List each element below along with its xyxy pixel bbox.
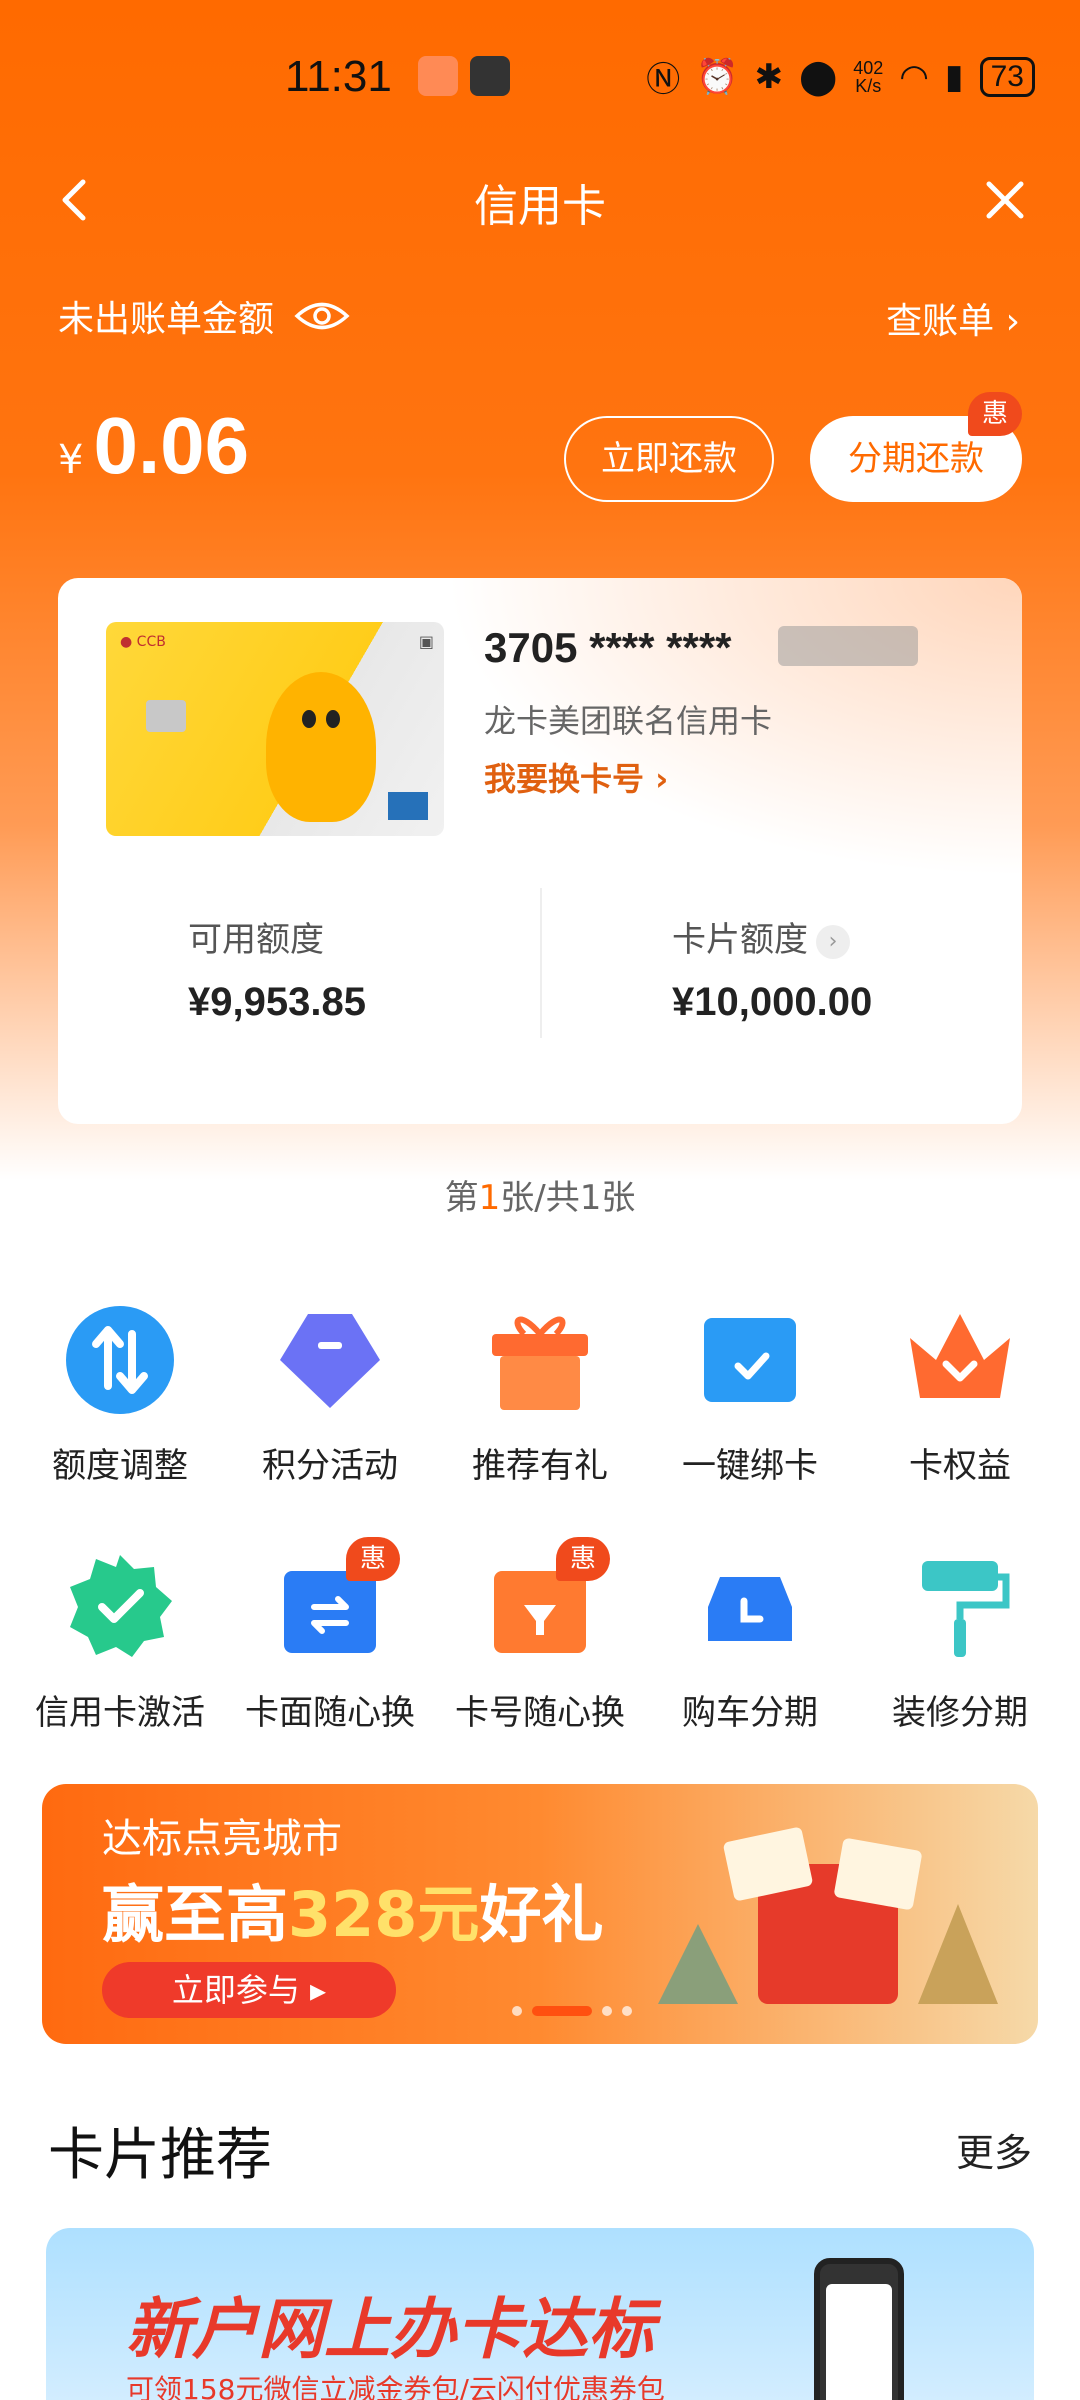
system-icons: Ⓝ ⏰ ✱ ⬤ 402 K/s ◠ ▮ 73 xyxy=(646,52,1035,101)
view-bill-link[interactable]: 查账单 › xyxy=(886,292,1020,344)
grid-item-decoration-installment[interactable]: 装修分期 xyxy=(860,1547,1060,1734)
nav-bar: 信用卡 xyxy=(0,160,1080,240)
change-card-number-link[interactable]: 我要换卡号 › xyxy=(484,754,668,800)
card-image[interactable]: ● CCB ▣ xyxy=(106,622,444,836)
join-now-button[interactable]: 立即参与 ▸ xyxy=(102,1962,396,2018)
card-limit-value: ¥10,000.00 xyxy=(672,980,873,1024)
banner-title: 新户网上办卡达标 xyxy=(126,2291,654,2368)
health-app-icon xyxy=(418,56,458,96)
battery-indicator: 73 xyxy=(979,56,1035,97)
banner-line2: 赢至高328元好礼 xyxy=(102,1878,604,1951)
tiktok-app-icon xyxy=(470,56,510,96)
discount-badge: 惠 xyxy=(968,392,1022,436)
grid-item-card-benefits[interactable]: 卡权益 xyxy=(860,1300,1060,1487)
unbilled-amount-label: 未出账单金额 xyxy=(58,290,350,342)
grid-item-card-face[interactable]: 惠 卡面随心换 xyxy=(230,1537,430,1734)
location-icon: ⬤ xyxy=(799,56,838,97)
grid-item-car-installment[interactable]: 购车分期 xyxy=(650,1547,850,1734)
eye-icon[interactable] xyxy=(294,299,350,333)
function-grid: 额度调整 积分活动 推荐有礼 一键绑卡 卡权益 信用卡激活 惠 卡面随心换 惠 … xyxy=(20,1300,1060,1794)
adjust-icon xyxy=(66,1306,174,1414)
city-gift-illustration xyxy=(658,1827,998,2004)
nfc-icon: Ⓝ xyxy=(646,60,681,100)
new-card-banner[interactable]: 新户网上办卡达标 可领158元微信立减金券包/云闪付优惠券包 xyxy=(46,2228,1034,2400)
grid-item-card-number[interactable]: 惠 卡号随心换 xyxy=(440,1537,640,1734)
car-icon xyxy=(708,1577,792,1641)
card-number: 3705 **** **** xyxy=(484,624,732,671)
card-pager: 第1张/共1张 xyxy=(444,1178,636,1218)
discount-badge: 惠 xyxy=(346,1537,400,1581)
grid-item-activate[interactable]: 信用卡激活 xyxy=(20,1547,220,1734)
card-name: 龙卡美团联名信用卡 xyxy=(484,702,773,740)
alarm-icon: ⏰ xyxy=(696,56,739,97)
promo-banner[interactable]: 达标点亮城市 赢至高328元好礼 立即参与 ▸ xyxy=(42,1784,1038,2044)
net-speed: 402 K/s xyxy=(853,57,884,96)
clock: 11:31 xyxy=(285,52,392,101)
unbilled-amount: ¥ 0.06 xyxy=(58,401,250,490)
repay-now-button[interactable]: 立即还款 xyxy=(564,416,774,502)
diamond-icon xyxy=(280,1314,380,1408)
gift-icon xyxy=(492,1316,588,1410)
card-panel: ● CCB ▣ 3705 **** **** 龙卡美团联名信用卡 我要换卡号 ›… xyxy=(58,578,1022,1124)
chip-icon xyxy=(146,700,186,732)
wifi-icon: ◠ xyxy=(899,56,929,97)
carousel-indicator xyxy=(512,2006,632,2016)
activate-badge-icon xyxy=(70,1555,172,1657)
grid-item-limit-adjust[interactable]: 额度调整 xyxy=(20,1300,220,1487)
card-limit-label[interactable]: 卡片额度 › xyxy=(672,912,850,961)
paint-roller-icon xyxy=(922,1561,1010,1657)
amex-logo xyxy=(388,792,428,820)
crown-icon xyxy=(910,1314,1010,1398)
grid-item-points[interactable]: 积分活动 xyxy=(230,1300,430,1487)
available-limit-value: ¥9,953.85 xyxy=(188,980,366,1024)
divider xyxy=(540,888,542,1038)
chevron-right-icon[interactable]: › xyxy=(816,924,850,959)
banner-line1: 达标点亮城市 xyxy=(102,1816,342,1862)
available-limit-label: 可用额度 xyxy=(188,920,324,960)
bind-card-icon xyxy=(704,1318,796,1402)
bluetooth-icon: ✱ xyxy=(754,56,784,97)
close-icon[interactable] xyxy=(975,170,1035,230)
mascot-illustration xyxy=(266,672,376,822)
card-number-mask xyxy=(778,626,918,666)
signal-icon: ▮ xyxy=(944,56,964,97)
bank-logo: ● CCB xyxy=(120,634,166,650)
grid-item-referral[interactable]: 推荐有礼 xyxy=(440,1300,640,1487)
banner-subtitle: 可领158元微信立减金券包/云闪付优惠券包 xyxy=(126,2373,665,2400)
phone-illustration xyxy=(814,2258,904,2400)
status-bar: 11:31 Ⓝ ⏰ ✱ ⬤ 402 K/s ◠ ▮ 73 xyxy=(0,40,1080,120)
grid-item-bind-card[interactable]: 一键绑卡 xyxy=(650,1300,850,1487)
page-title: 信用卡 xyxy=(474,181,606,232)
meituan-logo: ▣ xyxy=(418,632,434,651)
section-title: 卡片推荐 xyxy=(48,2123,272,2188)
more-link[interactable]: 更多 xyxy=(956,2122,1032,2177)
discount-badge: 惠 xyxy=(556,1537,610,1581)
